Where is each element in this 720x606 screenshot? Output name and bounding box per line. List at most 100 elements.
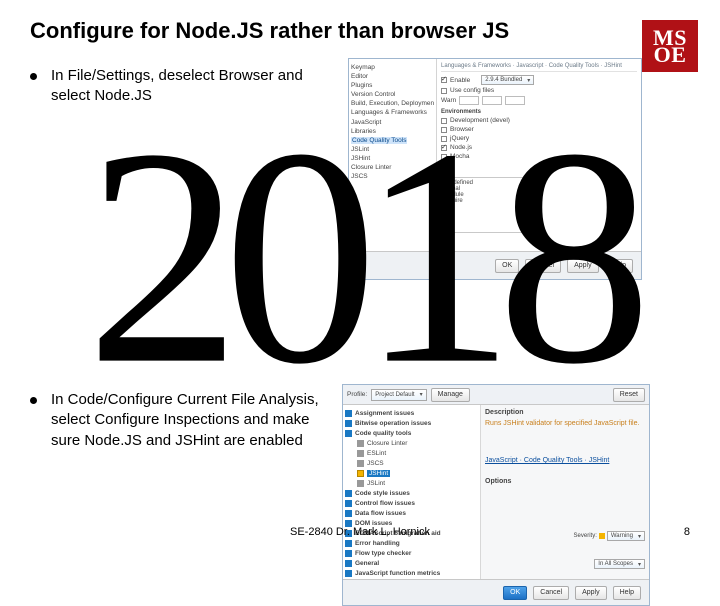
env-item: Browser — [450, 126, 474, 133]
tree-item: Flow type checker — [345, 548, 478, 558]
tree-item: Keymap — [351, 63, 434, 72]
checkbox-icon — [345, 430, 352, 437]
tree-item-label: Assignment issues — [355, 410, 414, 417]
slide-title: Configure for Node.JS rather than browse… — [30, 18, 690, 44]
tree-item: Closure Linter — [345, 438, 478, 448]
tree-item-label: Flow type checker — [355, 550, 411, 557]
tree-item: Plugins — [351, 81, 434, 90]
cancel-button: Cancel — [525, 259, 561, 273]
logo-line-2: OE — [654, 46, 687, 63]
tree-item-label: Bitwise operation issues — [355, 420, 431, 427]
tree-item: Control flow issues — [345, 498, 478, 508]
settings-screenshot: Keymap Editor Plugins Version Control Bu… — [348, 58, 642, 280]
tree-item: JSCS — [345, 458, 478, 468]
tree-item: JavaScript — [351, 118, 434, 127]
cancel-button: Cancel — [533, 586, 569, 600]
tree-item: Languages & Frameworks — [351, 108, 434, 117]
ok-button: OK — [503, 586, 527, 600]
env-item: Development (devel) — [450, 117, 510, 124]
ok-button: OK — [495, 259, 519, 273]
page-number: 8 — [684, 526, 690, 538]
checkbox-icon — [345, 490, 352, 497]
tree-item: Libraries — [351, 127, 434, 136]
inspections-screenshot: Profile: Project Default Manage Reset As… — [342, 384, 650, 606]
checkbox-icon — [441, 136, 447, 142]
profile-label: Profile: — [347, 391, 367, 398]
tree-item: Code style issues — [345, 488, 478, 498]
checkbox-icon — [357, 460, 364, 467]
warn-input — [459, 96, 479, 105]
bullet-2: In Code/Configure Current File Analysis,… — [30, 390, 330, 606]
checkbox-icon — [345, 570, 352, 577]
tree-item: General — [345, 558, 478, 568]
checkbox-icon — [357, 440, 364, 447]
settings-breadcrumb: Languages & Frameworks · Javascript · Co… — [441, 63, 637, 72]
checkbox-icon — [345, 510, 352, 517]
tree-item: Editor — [351, 72, 434, 81]
enable-label: Enable — [450, 77, 470, 84]
tree-item-label: JavaScript function metrics — [355, 570, 440, 577]
inspections-tree: Assignment issues Bitwise operation issue… — [343, 405, 481, 579]
tree-item-label: JSLint — [367, 480, 385, 487]
env-item: Node.js — [450, 144, 472, 151]
apply-button: Apply — [575, 586, 607, 600]
tree-item: Bitwise operation issues — [345, 418, 478, 428]
tree-item-label: Error handling — [355, 540, 400, 547]
tree-item: Build, Execution, Deployment — [351, 99, 434, 108]
warn-input — [505, 96, 525, 105]
manage-button: Manage — [431, 388, 470, 402]
tree-item-label: Code style issues — [355, 490, 410, 497]
tree-item-label: Code quality tools — [355, 430, 411, 437]
checkbox-icon — [345, 560, 352, 567]
bullet-2-text: In Code/Configure Current File Analysis,… — [51, 390, 330, 606]
checkbox-icon — [441, 77, 447, 83]
checkbox-icon — [357, 480, 364, 487]
msoe-logo: MS OE — [642, 18, 698, 74]
predef-item: require — [444, 198, 524, 204]
tree-item: Data flow issues — [345, 508, 478, 518]
tree-item-label: ESLint — [367, 450, 386, 457]
tree-item: JSLint — [345, 478, 478, 488]
severity-label: Severity: — [574, 533, 597, 539]
bullet-dot-icon — [30, 73, 37, 80]
bullet-1: In File/Settings, deselect Browser and s… — [30, 66, 330, 280]
scope-combo: In All Scopes — [594, 559, 645, 569]
apply-button: Apply — [567, 259, 599, 273]
dialog-footer: OK Cancel Apply Help — [343, 579, 649, 605]
checkbox-icon — [357, 450, 364, 457]
env-label: Environments — [441, 109, 637, 115]
predefined-box: Predefined global module require — [441, 177, 527, 233]
tree-item-label: Closure Linter — [367, 440, 407, 447]
checkbox-icon — [345, 500, 352, 507]
tree-item: Version Control — [351, 90, 434, 99]
bullet-dot-icon — [30, 397, 37, 404]
warning-icon — [599, 533, 605, 539]
settings-link: JavaScript · Code Quality Tools · JSHint — [485, 457, 609, 464]
help-button: Help — [605, 259, 633, 273]
desc-text: Runs JSHint validator for specified Java… — [485, 420, 645, 427]
bullet-1-text: In File/Settings, deselect Browser and s… — [51, 66, 330, 280]
settings-tree: Keymap Editor Plugins Version Control Bu… — [349, 59, 437, 251]
inspection-detail: Description Runs JSHint validator for sp… — [481, 405, 649, 579]
checkbox-icon — [345, 550, 352, 557]
tree-item-label: Data flow issues — [355, 510, 406, 517]
checkbox-icon — [357, 470, 364, 477]
useconfig-label: Use config files — [450, 87, 494, 94]
tree-item: Code Quality Tools — [351, 136, 434, 145]
tree-item: JSHint — [351, 154, 434, 163]
tree-item: ESLint — [345, 448, 478, 458]
tree-item: Closure Linter — [351, 163, 434, 172]
checkbox-icon — [441, 145, 447, 151]
tree-item: Code quality tools — [345, 428, 478, 438]
scope-row: In All Scopes — [594, 559, 645, 569]
env-item: jQuery — [450, 135, 469, 142]
checkbox-icon — [345, 410, 352, 417]
checkbox-icon — [441, 118, 447, 124]
tree-item: JSHint — [345, 468, 478, 478]
dialog-footer: OK Cancel Apply Help — [349, 251, 641, 279]
tree-item: Assignment issues — [345, 408, 478, 418]
inspections-toolbar: Profile: Project Default Manage Reset — [343, 385, 649, 405]
profile-combo: Project Default — [371, 389, 426, 401]
checkbox-icon — [441, 88, 447, 94]
tree-item-label: Control flow issues — [355, 500, 415, 507]
